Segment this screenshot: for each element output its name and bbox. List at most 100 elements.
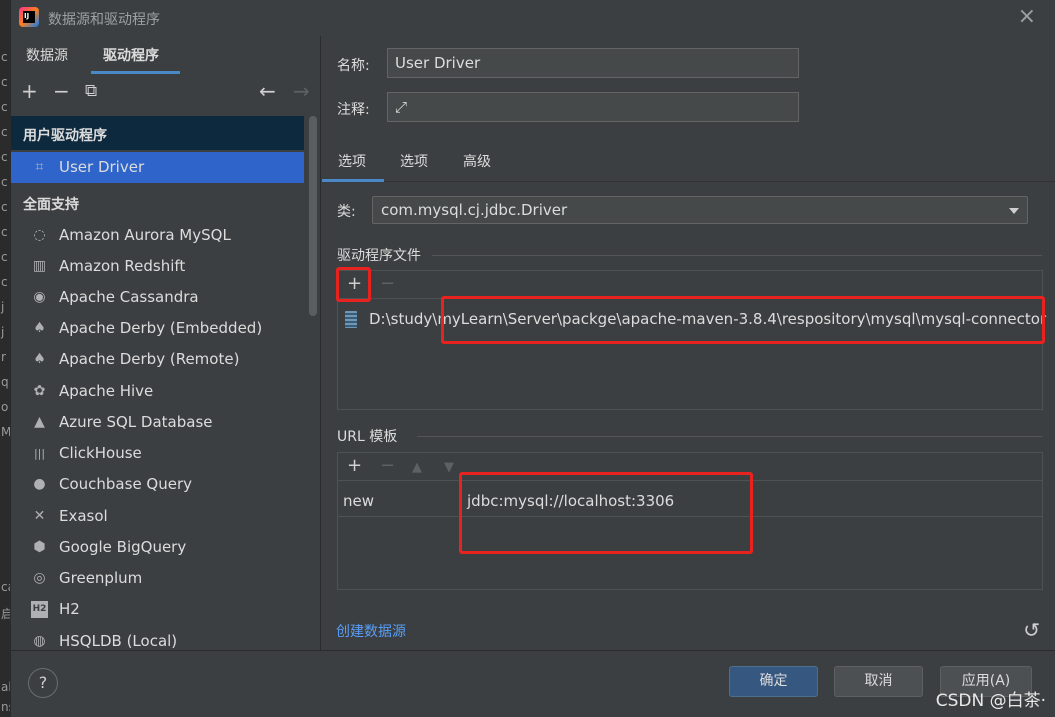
chevron-down-icon xyxy=(1009,208,1019,214)
remove-url-icon[interactable]: − xyxy=(380,457,395,475)
bg-char: c xyxy=(1,225,8,239)
bg-char: q xyxy=(1,375,9,389)
bg-char: c xyxy=(1,250,8,264)
list-item-driver[interactable]: ◉ Apache Cassandra xyxy=(11,282,304,313)
remove-driver-icon[interactable]: − xyxy=(53,81,70,101)
bg-char: r xyxy=(1,350,6,364)
list-item-driver[interactable]: ✕ Exasol xyxy=(11,501,304,532)
expand-icon[interactable]: ⤢ xyxy=(395,98,791,116)
list-item-driver[interactable]: ▥ Amazon Redshift xyxy=(11,251,304,282)
name-label: 名称: xyxy=(337,58,370,74)
list-item-driver[interactable]: ▲ Azure SQL Database xyxy=(11,407,304,438)
comment-field[interactable]: ⤢ xyxy=(387,92,799,122)
derby-icon: ♠ xyxy=(33,351,46,367)
cassandra-icon: ◉ xyxy=(33,289,46,305)
tab-advanced[interactable]: 高级 xyxy=(463,151,491,171)
class-select[interactable]: com.mysql.cj.jdbc.Driver xyxy=(372,196,1028,224)
list-item-label: Apache Derby (Remote) xyxy=(59,350,240,368)
list-item-driver[interactable]: ⬢ Google BigQuery xyxy=(11,532,304,563)
list-item-driver[interactable]: ◍ HSQLDB (Local) xyxy=(11,626,304,650)
name-field[interactable]: User Driver xyxy=(387,48,799,78)
back-arrow-icon[interactable]: ← xyxy=(259,81,276,101)
bigquery-icon: ⬢ xyxy=(33,539,46,555)
watermark: CSDN @白茶· xyxy=(935,691,1046,711)
couchbase-icon: ● xyxy=(33,476,46,492)
close-icon[interactable]: × xyxy=(1018,6,1036,28)
highlight-url-template xyxy=(459,472,753,554)
add-url-icon[interactable]: + xyxy=(347,457,362,475)
create-datasource-link[interactable]: 创建数据源 xyxy=(336,621,406,641)
tab-divider xyxy=(322,181,1055,182)
right-panel: 名称: User Driver 注释: ⤢ 选项 选项 高级 类: com.my… xyxy=(322,36,1055,650)
move-up-icon[interactable]: ▲ xyxy=(412,459,422,477)
tab-drivers[interactable]: 驱动程序 xyxy=(103,45,159,65)
h2-icon: H2 xyxy=(31,601,48,618)
exasol-icon: ✕ xyxy=(33,508,46,524)
clickhouse-icon: ||| xyxy=(33,447,46,460)
greenplum-icon: ◎ xyxy=(33,570,46,586)
move-down-icon[interactable]: ▼ xyxy=(444,459,454,477)
help-button[interactable]: ? xyxy=(28,668,58,698)
bg-char: c xyxy=(1,100,8,114)
divider xyxy=(417,436,1042,437)
list-item-driver[interactable]: H2 H2 xyxy=(11,594,304,625)
redshift-icon: ▥ xyxy=(32,258,47,274)
list-item-label: HSQLDB (Local) xyxy=(59,632,178,650)
background-ide-strip: c c c c c c c c c c j j r q o M ca 启 al … xyxy=(0,0,33,717)
bg-char: c xyxy=(1,125,8,139)
derby-icon: ♠ xyxy=(33,320,46,336)
azure-icon: ▲ xyxy=(34,414,45,430)
url-templates-title: URL 模板 xyxy=(337,429,398,445)
title-bar: IJ 数据源和驱动程序 × xyxy=(11,0,1055,36)
list-item-driver[interactable]: ✿ Apache Hive xyxy=(11,376,304,407)
hive-icon: ✿ xyxy=(33,383,46,399)
list-item-label: ClickHouse xyxy=(59,444,142,462)
list-item-label: Google BigQuery xyxy=(59,538,187,556)
duplicate-driver-icon[interactable]: ⧉ xyxy=(85,81,97,101)
url-template-name[interactable]: new xyxy=(343,492,374,510)
driver-list-scrollbar[interactable] xyxy=(309,116,317,316)
bg-char: c xyxy=(1,275,8,289)
list-item-label: Exasol xyxy=(59,507,108,525)
bg-char: o xyxy=(1,400,9,414)
list-item-driver[interactable]: ♠ Apache Derby (Remote) xyxy=(11,344,304,375)
list-item-label: Greenplum xyxy=(59,569,143,587)
section-full-support: 全面支持 xyxy=(23,197,79,213)
list-item-driver[interactable]: ♠ Apache Derby (Embedded) xyxy=(11,313,304,344)
bg-char: c xyxy=(1,150,8,164)
tab-options-1[interactable]: 选项 xyxy=(338,151,366,171)
remove-file-icon[interactable]: − xyxy=(380,275,395,293)
list-item-label: Apache Cassandra xyxy=(59,288,199,306)
revert-icon[interactable]: ↺ xyxy=(1023,618,1040,642)
list-item-driver[interactable]: ● Couchbase Query xyxy=(11,469,304,500)
left-panel: 数据源 驱动程序 + − ⧉ ← → 用户驱动程序 ⌗ User Driver … xyxy=(11,36,321,650)
active-tab-indicator xyxy=(322,179,384,182)
bg-char: c xyxy=(1,175,8,189)
list-item-label: Amazon Aurora MySQL xyxy=(59,226,231,244)
forward-arrow-icon[interactable]: → xyxy=(293,81,310,101)
highlight-add-button xyxy=(336,267,371,302)
driver-list: 用户驱动程序 ⌗ User Driver 全面支持 ◌ Amazon Auror… xyxy=(11,116,309,650)
cancel-button[interactable]: 取消 xyxy=(834,666,923,697)
datasource-driver-dialog: IJ 数据源和驱动程序 × 数据源 驱动程序 + − ⧉ ← → 用户驱动程序 … xyxy=(10,0,1055,717)
tab-datasources[interactable]: 数据源 xyxy=(26,45,68,65)
list-item-label: Couchbase Query xyxy=(59,475,193,493)
list-item-driver[interactable]: ◌ Amazon Aurora MySQL xyxy=(11,220,304,251)
add-driver-icon[interactable]: + xyxy=(21,81,38,101)
tab-options-2[interactable]: 选项 xyxy=(400,151,428,171)
list-item-user-driver[interactable]: ⌗ User Driver xyxy=(11,152,304,183)
list-item-driver[interactable]: ◎ Greenplum xyxy=(11,563,304,594)
bg-char: c xyxy=(1,200,8,214)
highlight-driver-path xyxy=(441,296,1045,344)
comment-label: 注释: xyxy=(337,102,370,118)
ok-button[interactable]: 确定 xyxy=(729,666,818,697)
bg-char: j xyxy=(1,300,5,314)
list-item-driver[interactable]: ||| ClickHouse xyxy=(11,438,304,469)
active-tab-indicator xyxy=(91,71,180,74)
hsqldb-icon: ◍ xyxy=(33,633,46,649)
left-tabs: 数据源 驱动程序 xyxy=(11,36,321,74)
list-item-label: Apache Derby (Embedded) xyxy=(59,319,263,337)
app-logo-icon: IJ xyxy=(19,7,39,27)
driver-files-toolbar: + − xyxy=(338,271,1042,299)
bg-char: j xyxy=(1,325,5,339)
